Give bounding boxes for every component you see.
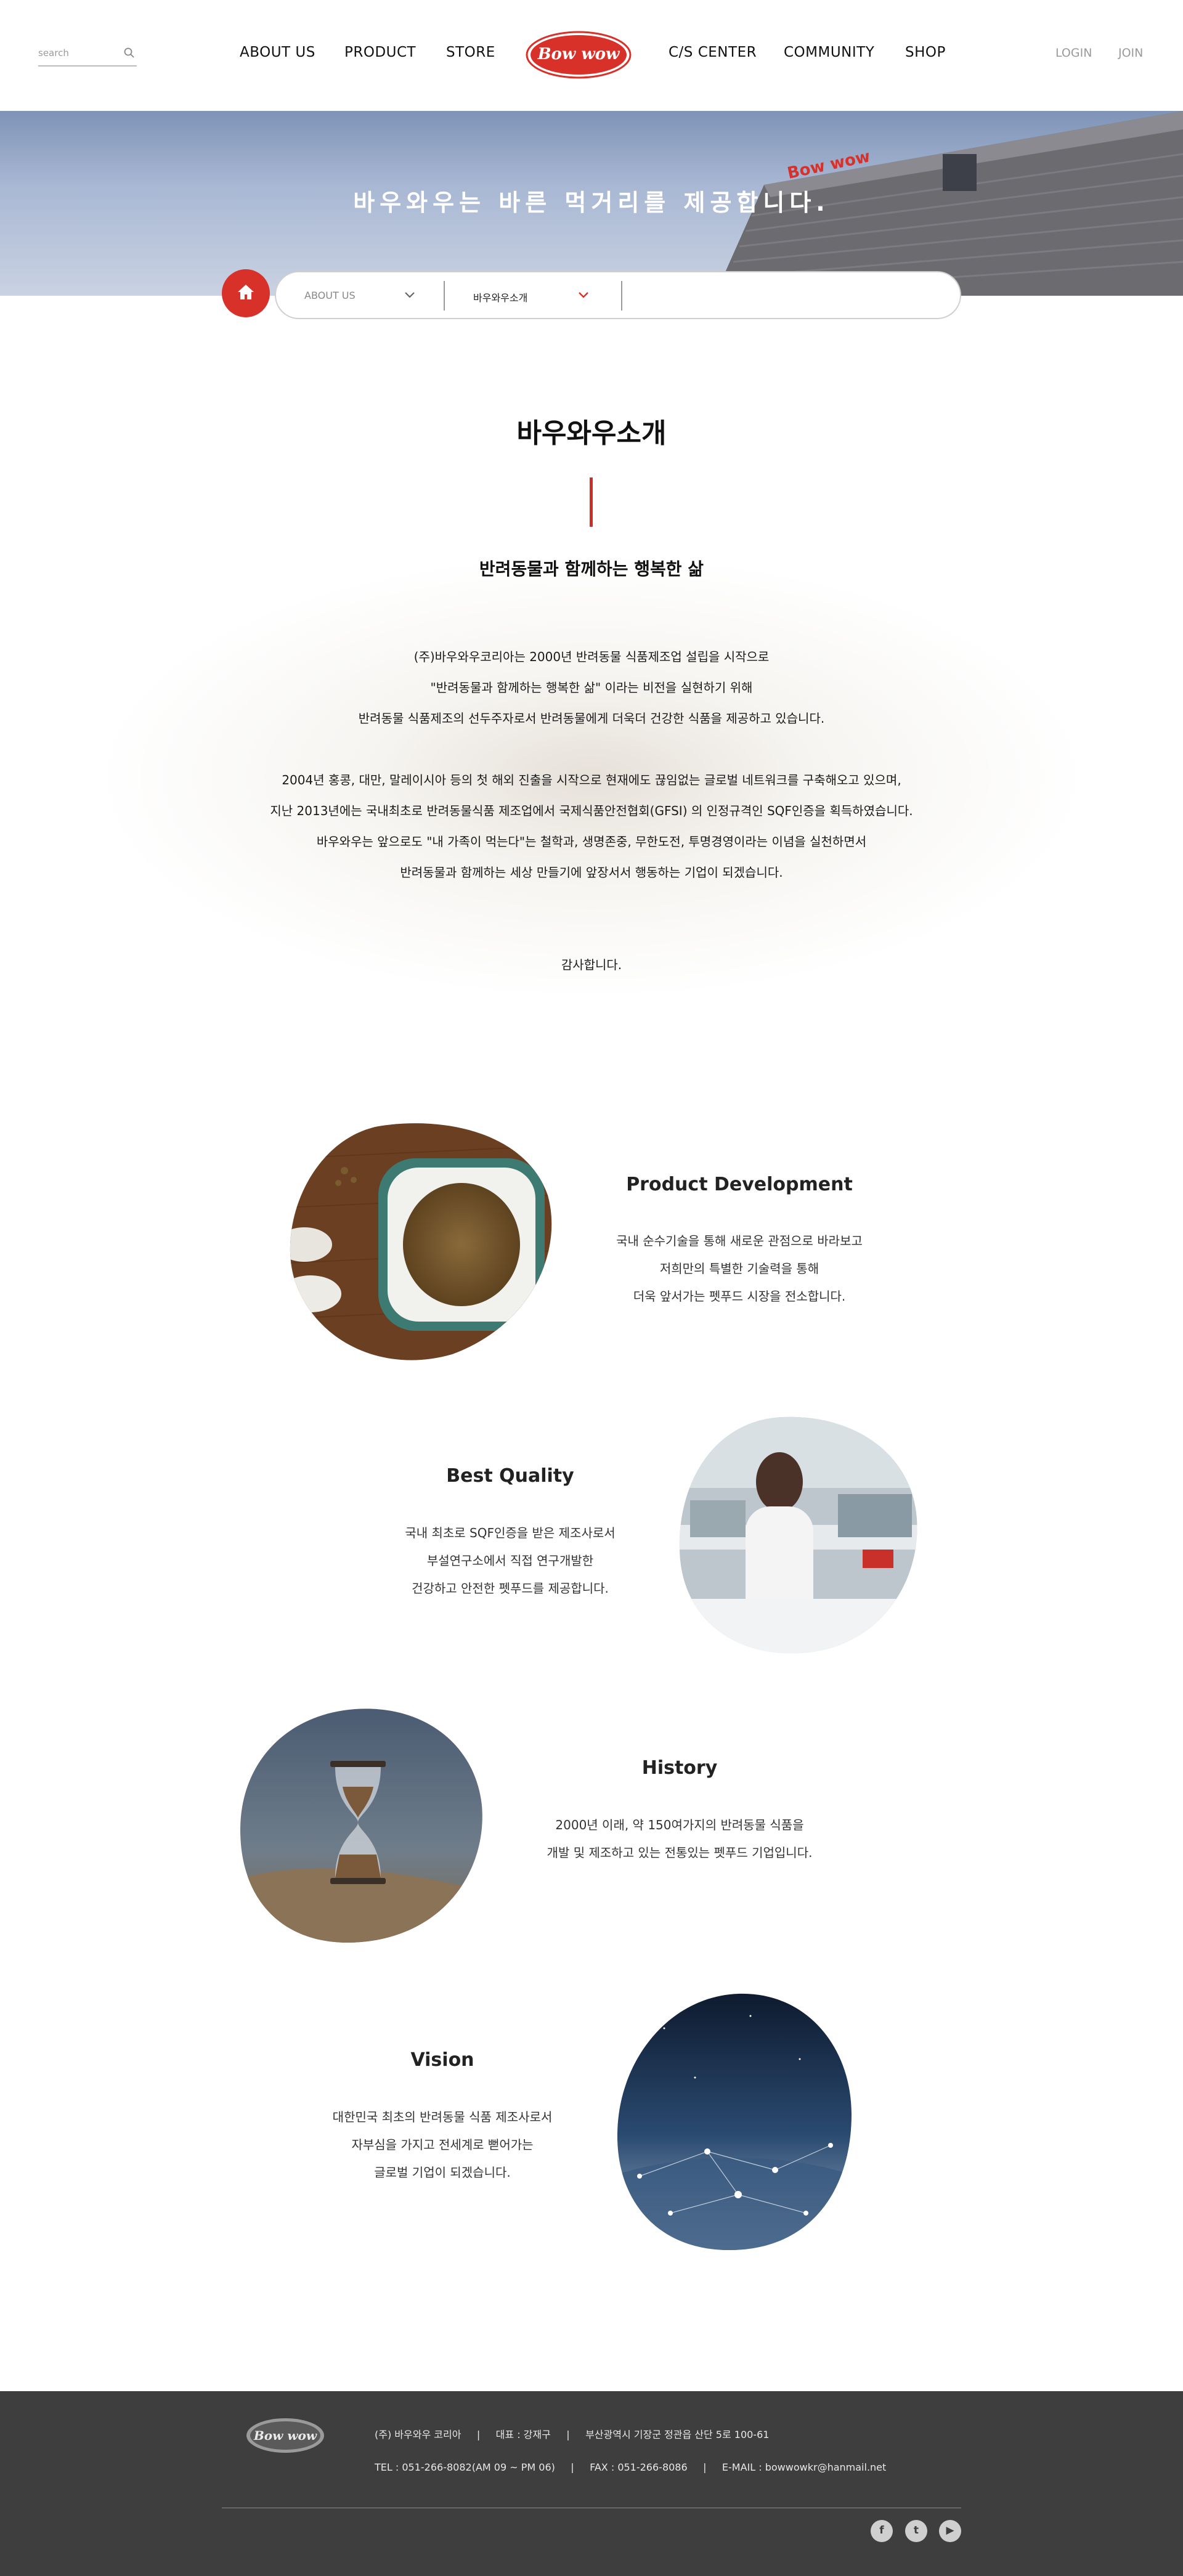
intro-text-line: "반려동물과 함께하는 행복한 삶" 이라는 비전을 실현하기 위해 [430,680,753,695]
home-button[interactable] [222,269,270,317]
subnav-about-us-dropdown[interactable]: ABOUT US [276,272,444,318]
nav-shop[interactable]: SHOP [905,44,946,60]
feature-text-line: 개발 및 제조하고 있는 전통있는 펫푸드 기업입니다. [547,1845,813,1860]
feature-text-line: 더욱 앞서가는 펫푸드 시장을 전소합니다. [633,1289,846,1304]
hero-title: 바우와우는 바른 먹거리를 제공합니다. [353,189,830,216]
dog-food-bowl-image [290,1123,552,1360]
subnav-intro-label: 바우와우소개 [473,292,528,304]
search-box [38,42,137,67]
feature-text-line: 글로벌 기업이 되겠습니다. [374,2165,511,2180]
intro-text-line: 2004년 홍콩, 대만, 말레이시아 등의 첫 해외 진출을 시작으로 현재에… [282,773,901,787]
subnav-divider [621,281,622,311]
search-input[interactable] [38,42,112,64]
feature-text-line: 부설연구소에서 직접 연구개발한 [426,1553,594,1568]
intro-thanks: 감사합니다. [561,957,622,972]
earth-network-image [617,1993,852,2251]
intro-text-line: 반려동물과 함께하는 세상 만들기에 앞장서서 행동하는 기업이 되겠습니다. [400,865,783,880]
logo-text: Bow wow [537,45,620,63]
brand-logo[interactable]: Bow wow [526,30,632,79]
intro-subtitle: 반려동물과 함께하는 행복한 삶 [479,559,704,579]
nav-cs-center[interactable]: C/S CENTER [669,44,757,60]
sub-navigation: ABOUT US 바우와우소개 [275,271,961,319]
feature-text-line: 저희만의 특별한 기술력을 통해 [659,1261,819,1276]
chevron-down-icon [405,292,415,298]
feature-title-history: History [641,1757,718,1779]
join-link[interactable]: JOIN [1118,46,1143,60]
feature-text-line: 대한민국 최초의 반려동물 식품 제조사로서 [332,2110,553,2124]
site-header: ABOUT US PRODUCT STORE Bow wow C/S CENTE… [0,0,1183,111]
chevron-down-icon [579,292,588,298]
youtube-icon[interactable]: ▶ [939,2520,961,2542]
footer-company-info: (주) 바우와우 코리아 | 대표 : 강재구 | 부산광역시 기장군 정관읍 … [375,2429,770,2440]
nav-community[interactable]: COMMUNITY [784,44,874,60]
feature-text-line: 국내 최초로 SQF인증을 받은 제조사로서 [405,1526,616,1540]
feature-text-line: 건강하고 안전한 펫푸드를 제공합니다. [412,1581,609,1596]
feature-title-best-quality: Best Quality [446,1465,574,1487]
subnav-about-us-label: ABOUT US [304,290,356,301]
intro-text-line: (주)바우와우코리아는 2000년 반려동물 식품제조업 설립을 시작으로 [413,649,770,664]
site-footer: Bow wow (주) 바우와우 코리아 | 대표 : 강재구 | 부산광역시 … [0,2391,1183,2576]
feature-text-line: 자부심을 가지고 전세계로 뻗어가는 [351,2137,534,2152]
intro-text-line: 지난 2013년에는 국내최초로 반려동물식품 제조업에서 국제식품안전협회(G… [270,803,913,818]
login-link[interactable]: LOGIN [1055,46,1092,60]
hourglass-image [240,1709,482,1943]
facebook-icon[interactable]: f [871,2520,893,2542]
intro-text-line: 반려동물 식품제조의 선두주자로서 반려동물에게 더욱더 건강한 식품을 제공하… [358,711,825,726]
lab-researcher-image [679,1416,917,1654]
search-icon[interactable] [123,47,136,59]
subnav-intro-dropdown[interactable]: 바우와우소개 [445,272,621,318]
nav-store[interactable]: STORE [446,44,495,60]
page-title: 바우와우소개 [516,418,667,449]
hero-banner: Bow wow 바우와우는 바른 먹거리를 제공합니다. [0,111,1183,296]
intro-text-line: 바우와우는 앞으로도 "내 가족이 먹는다"는 철학과, 생명존중, 무한도전,… [316,834,867,849]
nav-about-us[interactable]: ABOUT US [240,44,315,60]
feature-text-line: 국내 순수기술을 통해 새로운 관점으로 바라보고 [616,1233,863,1248]
title-accent-bar [590,477,593,527]
footer-contact-info: TEL : 051-266-8082(AM 09 ~ PM 06) | FAX … [375,2461,887,2473]
feature-title-product-development: Product Development [626,1174,853,1195]
twitter-icon[interactable]: t [905,2520,927,2542]
feature-text-line: 2000년 이래, 약 150여가지의 반려동물 식품을 [555,1818,804,1832]
feature-title-vision: Vision [410,2049,474,2071]
home-icon [238,285,254,299]
footer-logo[interactable]: Bow wow [245,2417,325,2454]
footer-logo-text: Bow wow [253,2428,317,2443]
nav-product[interactable]: PRODUCT [344,44,416,60]
